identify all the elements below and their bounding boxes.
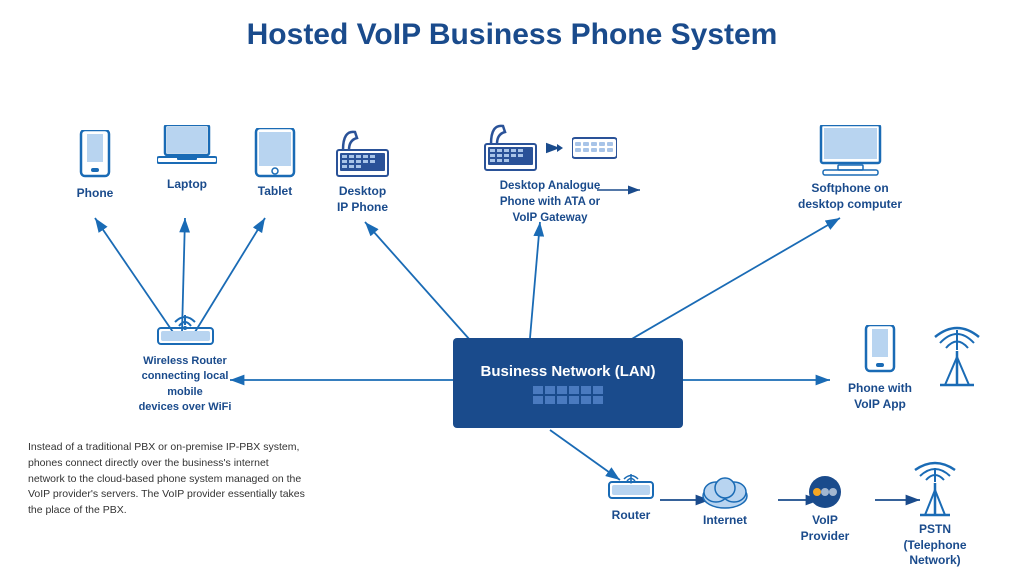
tablet-device: Tablet xyxy=(240,128,310,198)
note-text: Instead of a traditional PBX or on-premi… xyxy=(28,440,308,519)
softphone-device: Softphone ondesktop computer xyxy=(790,125,910,212)
pstn-device: PSTN(TelephoneNetwork) xyxy=(890,460,980,569)
phone-voip-device: Phone withVoIP App xyxy=(840,325,920,412)
page-title: Hosted VoIP Business Phone System xyxy=(0,0,1024,62)
business-network-box: Business Network (LAN) xyxy=(453,338,683,428)
desktop-ip-phone-device: DesktopIP Phone xyxy=(320,128,405,215)
laptop-device: Laptop xyxy=(147,125,227,191)
diagram: Phone Laptop Tablet xyxy=(0,70,1024,576)
wireless-router-device: Wireless Routerconnecting local mobilede… xyxy=(130,310,240,416)
router-bottom-device: Router xyxy=(596,470,666,522)
desktop-analogue-device: Desktop AnaloguePhone with ATA orVoIP Ga… xyxy=(470,122,630,226)
voip-provider-device: VoIPProvider xyxy=(790,470,860,544)
page: Hosted VoIP Business Phone System xyxy=(0,0,1024,576)
internet-device: Internet xyxy=(690,470,760,527)
phone-device: Phone xyxy=(60,130,130,200)
cell-tower xyxy=(930,325,985,395)
business-network-label: Business Network (LAN) xyxy=(480,363,655,380)
